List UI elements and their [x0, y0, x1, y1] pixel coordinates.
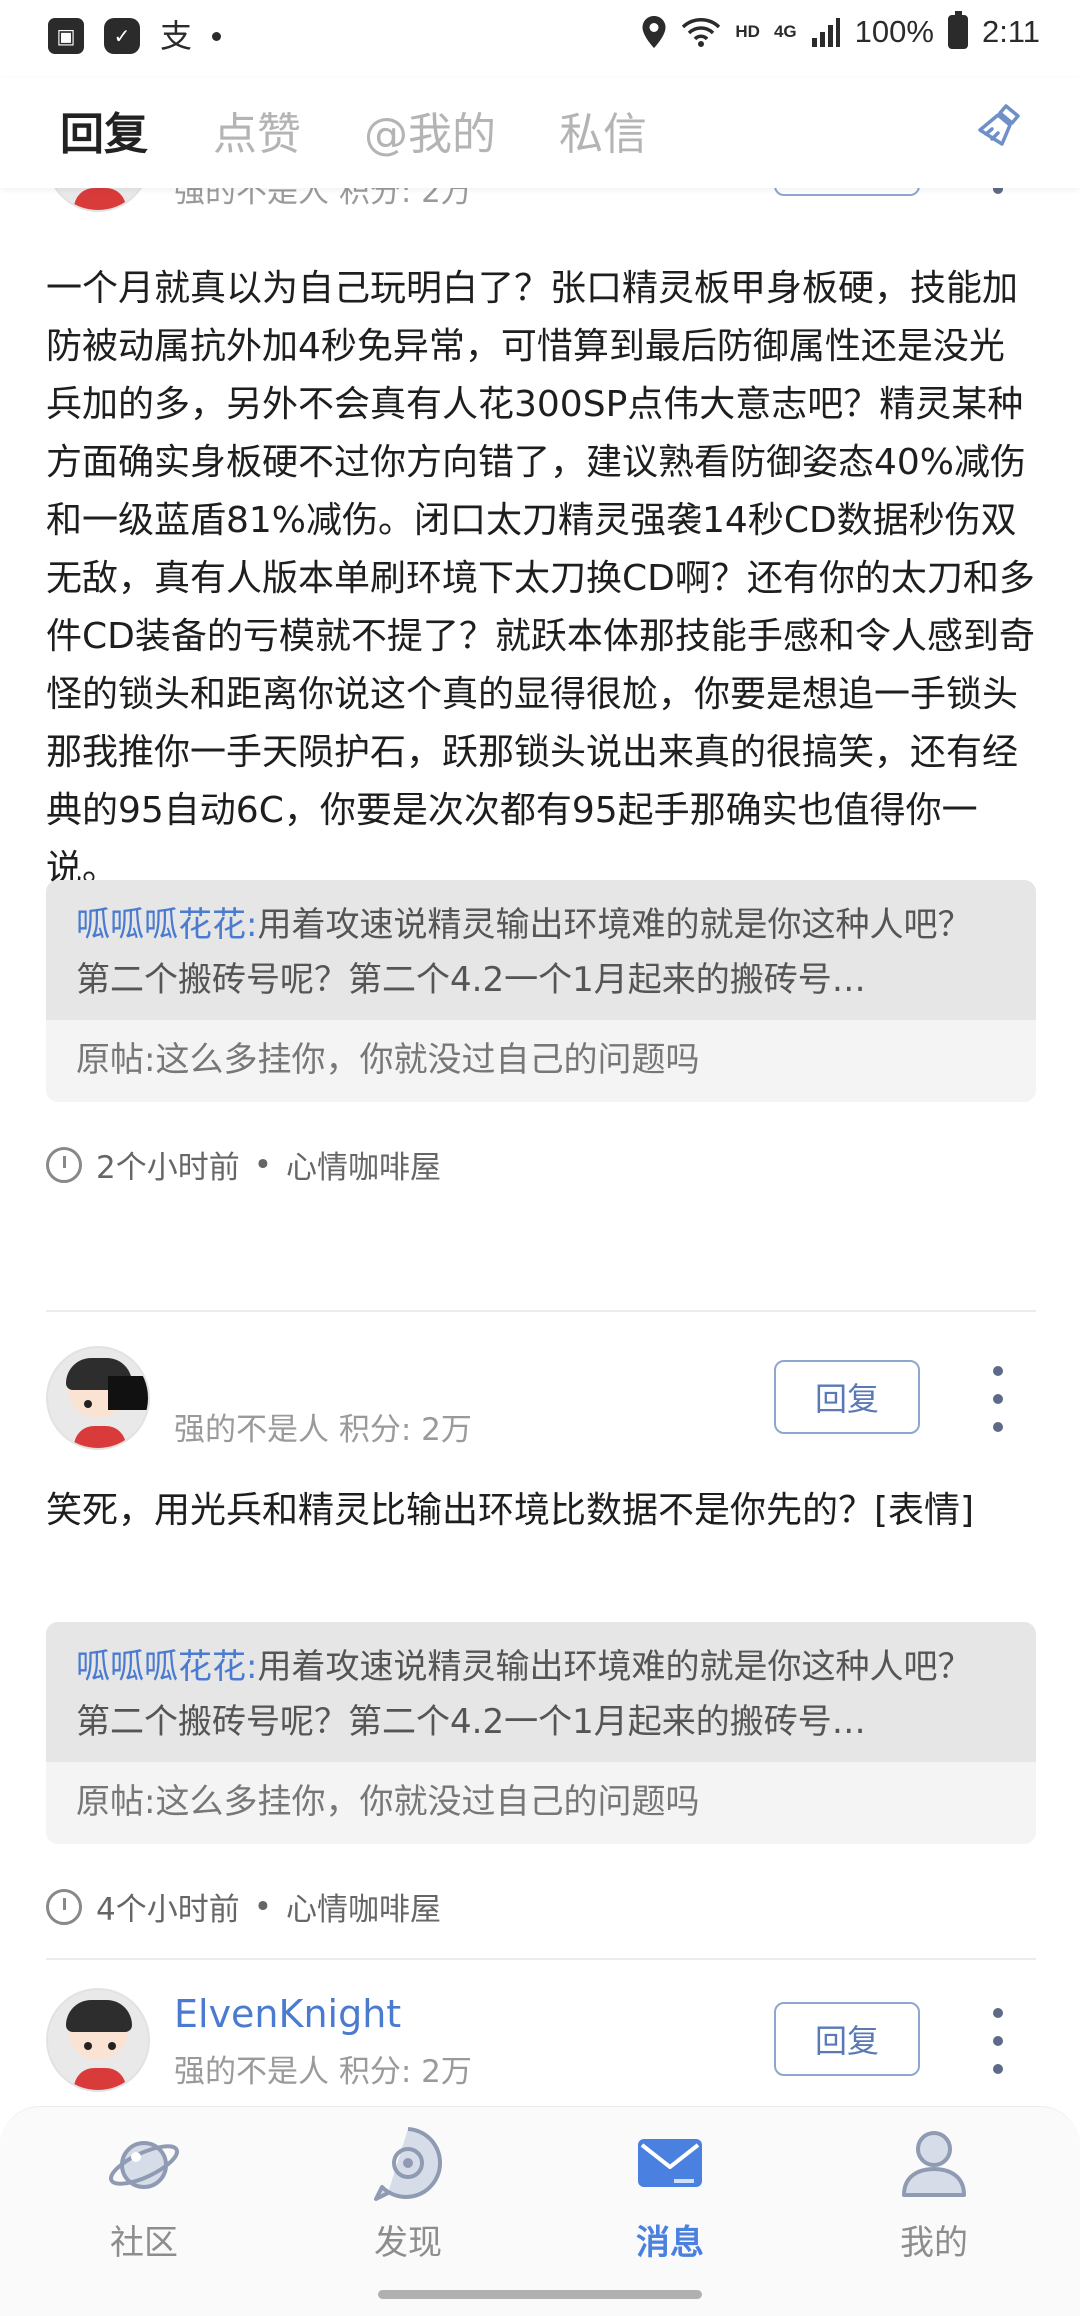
list-item: 强的不是人 积分: 2万 回复 笑死，用光兵和精灵比输出环境比数据不是你先的？[… [46, 1346, 1036, 1946]
username[interactable]: ElvenKnight [174, 1992, 401, 2036]
planet-icon [108, 2141, 180, 2189]
more-options-icon[interactable] [988, 2008, 1008, 2074]
reply-footer: 2个小时前 • 心情咖啡屋 [46, 1142, 441, 1187]
more-options-icon[interactable] [988, 188, 1008, 194]
nav-profile[interactable]: 我的 [854, 2121, 1014, 2264]
reply-button[interactable]: 回复 [774, 1360, 920, 1434]
notification-icons: ▣ ✓ 支 [48, 17, 222, 55]
divider [46, 1958, 1036, 1960]
reply-footer: 4个小时前 • 心情咖啡屋 [46, 1884, 441, 1929]
reply-button[interactable]: 回复 [774, 2002, 920, 2076]
separator-dot: • [253, 1146, 273, 1183]
list-item: 强的不是人 积分: 2万 回复 一个月就真以为自己玩明白了？张口精灵板甲身板硬，… [46, 188, 1036, 1208]
signal-icon [811, 18, 840, 47]
reply-button[interactable]: 回复 [774, 188, 920, 196]
avatar[interactable] [46, 1346, 150, 1450]
original-post-text: 这么多挂你，你就没过自己的问题吗 [155, 1782, 700, 1822]
reply-body: 笑死，用光兵和精灵比输出环境比数据不是你先的？[表情] [46, 1490, 975, 1531]
quoted-reply: 呱呱呱花花:用着攻速说精灵输出环境难的就是你这种人吧？ 第二个搬砖号呢？第二个4… [46, 1622, 1036, 1762]
nav-messages[interactable]: 消息 [590, 2121, 750, 2264]
mail-icon [638, 2139, 702, 2187]
wifi-icon [682, 18, 721, 47]
avatar[interactable] [46, 1988, 150, 2092]
user-meta: 强的不是人 积分: 2万 [174, 1412, 472, 1448]
board-name[interactable]: 心情咖啡屋 [286, 1884, 441, 1929]
user-meta: 强的不是人 积分: 2万 [174, 2054, 472, 2090]
quoted-username: 呱呱呱花花: [76, 1647, 258, 1687]
nav-messages-label: 消息 [636, 2223, 704, 2263]
alipay-icon: 支 [160, 17, 193, 55]
network-type: 4G [773, 22, 797, 41]
home-indicator[interactable] [378, 2290, 702, 2299]
tab-likes[interactable]: 点赞 [213, 98, 301, 162]
status-bar: ▣ ✓ 支 HD 4G 100% 2:11 [0, 0, 1080, 78]
battery-percent: 100% [854, 14, 934, 49]
location-icon [642, 16, 666, 48]
more-notifications-dot [212, 31, 222, 41]
nav-community[interactable]: 社区 [64, 2121, 224, 2264]
avatar[interactable] [46, 188, 150, 212]
profile-icon [902, 2131, 966, 2197]
nav-discover[interactable]: 发现 [328, 2121, 488, 2264]
reply-body: 一个月就真以为自己玩明白了？张口精灵板甲身板硬，技能加防被动属抗外加4秒免异常，… [46, 268, 1035, 889]
separator-dot: • [253, 1888, 273, 1925]
discover-icon [374, 2127, 443, 2201]
tab-replies[interactable]: 回复 [60, 98, 148, 162]
clock-icon [46, 1146, 82, 1183]
chat-bubble-icon: ✓ [104, 18, 140, 54]
gallery-icon: ▣ [48, 18, 84, 54]
more-options-icon[interactable] [988, 1366, 1008, 1432]
reply-time: 2个小时前 [96, 1150, 240, 1186]
broom-icon[interactable] [972, 100, 1028, 156]
quoted-comment[interactable]: 呱呱呱花花:用着攻速说精灵输出环境难的就是你这种人吧？ 第二个搬砖号呢？第二个4… [46, 1622, 1036, 1844]
quoted-reply: 呱呱呱花花:用着攻速说精灵输出环境难的就是你这种人吧？ 第二个搬砖号呢？第二个4… [46, 880, 1036, 1020]
original-post-label: 原帖: [76, 1782, 156, 1822]
reply-list: 强的不是人 积分: 2万 回复 一个月就真以为自己玩明白了？张口精灵板甲身板硬，… [0, 188, 1080, 2106]
reply-time: 4个小时前 [96, 1892, 240, 1928]
divider [46, 1310, 1036, 1312]
board-name[interactable]: 心情咖啡屋 [286, 1142, 441, 1187]
nav-profile-label: 我的 [900, 2223, 968, 2263]
tab-private-messages[interactable]: 私信 [559, 98, 647, 162]
clock-icon [46, 1888, 82, 1925]
original-post-label: 原帖: [76, 1040, 156, 1080]
quoted-username: 呱呱呱花花: [76, 905, 258, 945]
bottom-navigation: 社区 发现 消息 我的 [0, 2106, 1080, 2316]
clock-time: 2:11 [981, 14, 1040, 49]
list-item: ElvenKnight 强的不是人 积分: 2万 回复 [46, 1988, 1036, 2106]
battery-icon [947, 11, 968, 49]
original-post-text: 这么多挂你，你就没过自己的问题吗 [155, 1040, 700, 1080]
quoted-comment[interactable]: 呱呱呱花花:用着攻速说精灵输出环境难的就是你这种人吧？ 第二个搬砖号呢？第二个4… [46, 880, 1036, 1102]
nav-discover-label: 发现 [374, 2223, 442, 2263]
original-post: 原帖:这么多挂你，你就没过自己的问题吗 [46, 1762, 1036, 1842]
nav-community-label: 社区 [110, 2223, 178, 2263]
wifi-hd-label: HD [735, 22, 760, 41]
message-tabs: 回复 点赞 @我的 私信 [0, 78, 1080, 188]
user-meta: 强的不是人 积分: 2万 [174, 188, 472, 210]
original-post: 原帖:这么多挂你，你就没过自己的问题吗 [46, 1020, 1036, 1100]
tab-mentions[interactable]: @我的 [364, 98, 496, 162]
system-indicators: HD 4G 100% 2:11 [641, 11, 1040, 50]
